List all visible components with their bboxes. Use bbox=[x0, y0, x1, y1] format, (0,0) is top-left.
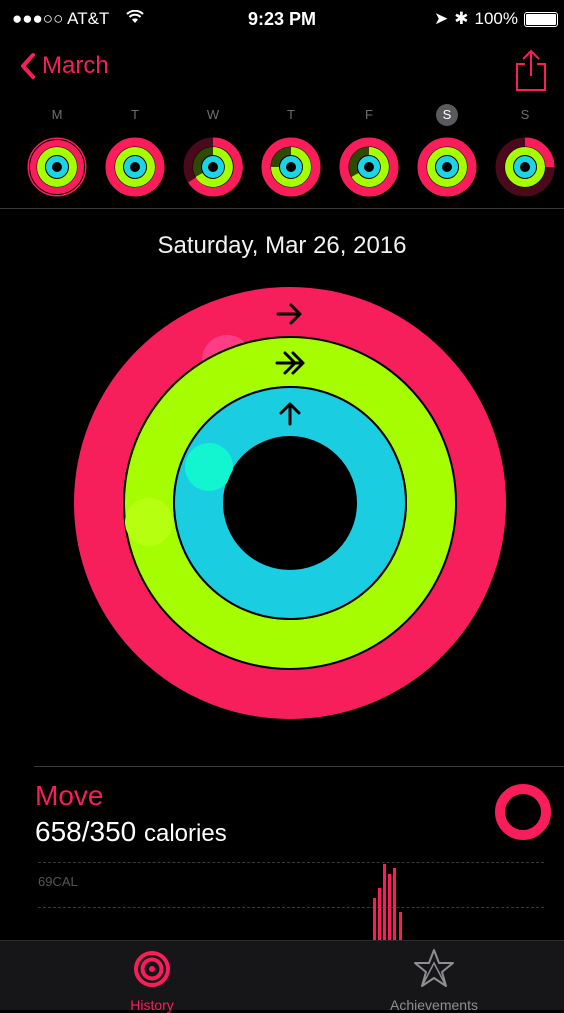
day-label: T bbox=[131, 107, 139, 122]
move-title: Move bbox=[35, 780, 104, 811]
day-sunday[interactable]: S bbox=[486, 104, 564, 203]
day-label: M bbox=[51, 107, 63, 122]
share-icon bbox=[516, 49, 546, 91]
chart-bar bbox=[373, 898, 376, 940]
chart-label: 69CAL bbox=[38, 874, 78, 889]
chart-bar bbox=[393, 868, 396, 940]
day-rings-icon bbox=[486, 136, 564, 203]
day-label-selected: S bbox=[436, 104, 458, 126]
day-rings-icon bbox=[408, 136, 486, 203]
move-ring-icon bbox=[495, 784, 551, 840]
section-divider bbox=[34, 766, 564, 767]
back-label: March bbox=[42, 52, 109, 79]
exercise-ring-end bbox=[125, 498, 173, 546]
day-saturday[interactable]: S bbox=[408, 104, 486, 203]
status-bar: ●●●○○ AT&T 9:23 PM ➤ ✱ 100% bbox=[0, 0, 564, 40]
move-value: 658/350 calories bbox=[35, 816, 227, 848]
week-strip: M T W T F S S bbox=[0, 104, 564, 209]
battery-label: 100% bbox=[474, 9, 518, 28]
nav-bar: March bbox=[0, 40, 564, 102]
day-rings-icon bbox=[252, 136, 330, 203]
tab-bar: History Achievements bbox=[0, 940, 564, 1013]
chevron-left-icon bbox=[21, 53, 35, 79]
location-icon: ➤ bbox=[434, 9, 449, 28]
achievements-star-icon bbox=[414, 949, 454, 987]
history-rings-icon bbox=[134, 951, 170, 987]
day-tuesday[interactable]: T bbox=[96, 104, 174, 203]
day-monday[interactable]: M bbox=[18, 104, 96, 203]
day-thursday[interactable]: T bbox=[252, 104, 330, 203]
chart-gridline bbox=[38, 862, 544, 863]
day-friday[interactable]: F bbox=[330, 104, 408, 203]
date-title: Saturday, Mar 26, 2016 bbox=[157, 232, 407, 259]
day-label: S bbox=[520, 107, 530, 122]
chart-bar bbox=[399, 912, 402, 940]
chart-gridline bbox=[38, 907, 544, 908]
share-button[interactable] bbox=[514, 48, 548, 97]
battery-icon bbox=[524, 11, 558, 27]
chart-bar bbox=[383, 864, 386, 940]
chart-bar bbox=[388, 874, 391, 940]
back-button[interactable]: March bbox=[20, 52, 109, 80]
day-label: T bbox=[287, 107, 295, 122]
day-label: F bbox=[365, 107, 373, 122]
activity-rings bbox=[67, 285, 513, 736]
move-calories: 658/350 bbox=[35, 816, 137, 847]
move-unit: calories bbox=[144, 820, 227, 847]
tab-achievements-label: Achievements bbox=[390, 997, 478, 1013]
day-rings-icon bbox=[330, 136, 408, 203]
chart-bar bbox=[378, 888, 381, 940]
day-rings-icon bbox=[18, 136, 96, 203]
status-right: ➤ ✱ 100% bbox=[434, 9, 558, 29]
move-ring-button[interactable] bbox=[494, 783, 552, 846]
day-label: W bbox=[206, 107, 220, 122]
day-rings-icon bbox=[174, 136, 252, 203]
tab-achievements[interactable]: Achievements bbox=[334, 941, 534, 1013]
stand-ring-end bbox=[185, 443, 233, 491]
bluetooth-icon: ✱ bbox=[454, 9, 469, 28]
day-rings-icon bbox=[96, 136, 174, 203]
tab-history[interactable]: History bbox=[52, 941, 252, 1013]
tab-history-label: History bbox=[130, 997, 174, 1013]
day-wednesday[interactable]: W bbox=[174, 104, 252, 203]
